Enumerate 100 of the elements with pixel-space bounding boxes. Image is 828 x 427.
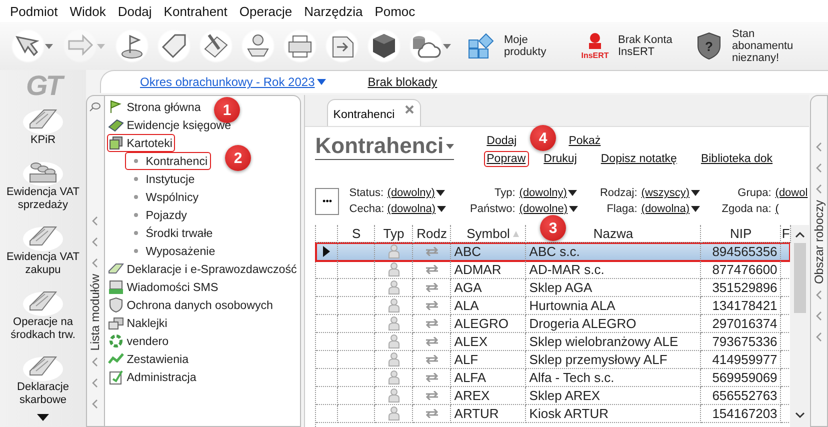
table-row[interactable]: ABC ABC s.c. 894565356 [316, 243, 790, 261]
chevron-icon [92, 356, 98, 367]
caret-icon [436, 206, 446, 212]
action-link[interactable]: Dopisz notatkę [598, 151, 680, 167]
tree-item[interactable]: Kartoteki [106, 134, 176, 152]
menu-item[interactable]: Operacje [233, 4, 298, 18]
tree-item[interactable]: Kontrahenci [124, 152, 211, 170]
view-title[interactable]: Kontrahenci [315, 133, 454, 160]
table-cell: AREX [451, 387, 526, 405]
arrows-icon [424, 301, 439, 310]
table-cell: Sklep AGA [526, 279, 702, 297]
tree-item[interactable]: Administracja [106, 368, 200, 386]
filter-dropdown[interactable]: (dowolny) [387, 187, 468, 199]
tree-item[interactable]: Strona główna [106, 98, 204, 116]
table-row[interactable]: ALEGRO Drogeria ALEGRO 297016374 [316, 315, 790, 333]
table-row[interactable]: ALA Hurtownia ALA 134178421 [316, 297, 790, 315]
tree-item[interactable]: Pojazdy [124, 206, 190, 224]
arrows-icon [424, 265, 439, 274]
filter-label: Grupa: [736, 187, 772, 199]
period-link[interactable]: Okres obrachunkowy - Rok 2023 [140, 75, 326, 89]
chevron-icon [92, 378, 98, 388]
menu-item[interactable]: Dodaj [112, 4, 158, 18]
menu-item[interactable]: Widok [64, 4, 112, 18]
filter-dropdown[interactable]: ( [775, 203, 810, 215]
menu-item[interactable]: Kontrahent [158, 4, 234, 18]
figure-icon [388, 352, 400, 367]
tree-item[interactable]: Deklaracje i e-Sprawozdawczość [106, 260, 300, 278]
table-row[interactable]: AREX Sklep AREX 656552763 [316, 387, 790, 405]
filter-label: Państwo: [469, 203, 516, 215]
tree-item[interactable]: vendero [106, 332, 172, 350]
figure-icon [388, 262, 400, 277]
scrollbar-thumb[interactable] [794, 243, 806, 313]
table-cell: Sklep AREX [526, 387, 702, 405]
table-cell: ABC s.c. [526, 243, 702, 261]
filter-dropdown[interactable]: (dowolny) [519, 187, 600, 199]
tree-item[interactable]: Wspólnicy [124, 188, 202, 206]
tree-item[interactable]: Instytucje [124, 170, 198, 188]
module-button[interactable]: Deklaracje skarbowe [0, 349, 86, 407]
table-cell: ADMAR [451, 261, 526, 279]
filter-dropdown[interactable]: (dowolne) [519, 203, 600, 215]
table-row[interactable]: ARTUR Kiosk ARTUR 154167203 [316, 405, 790, 423]
tab[interactable]: Kontrahenci [327, 99, 422, 126]
tree-item[interactable]: Środki trwałe [124, 224, 216, 242]
filter-label: Rodzaj: [599, 187, 638, 199]
table-cell: 414959977 [701, 351, 782, 369]
filter-dropdown[interactable]: (dowolna) [641, 203, 722, 215]
cards-icon [108, 135, 124, 151]
table-cell: Kiosk ARTUR [526, 405, 702, 423]
module-button[interactable]: Ewidencja VAT sprzedaży [0, 154, 86, 212]
module-button[interactable]: Operacje na środkach trw. [0, 284, 86, 342]
figure-icon [388, 244, 400, 259]
lock-link[interactable]: Brak blokady [368, 75, 438, 89]
tree-item[interactable]: Wiadomości SMS [106, 278, 222, 296]
action-link[interactable]: Biblioteka dok [698, 151, 776, 167]
table-cell: ABC [451, 243, 526, 261]
action-link[interactable]: Dodaj [484, 133, 520, 149]
filter-dropdown[interactable]: (wszyscy) [641, 187, 722, 199]
toolbar-button[interactable]: ? Stan abonamentu nieznany! [688, 28, 818, 64]
close-icon [405, 105, 414, 114]
table-row[interactable]: AGA Sklep AGA 351529896 [316, 279, 790, 297]
scroll-down-icon [794, 411, 805, 419]
table-cell: ALA [451, 297, 526, 315]
figure-icon [388, 388, 400, 403]
action-link[interactable]: Pokaż [566, 133, 604, 149]
table-cell: Hurtownia ALA [526, 297, 702, 315]
menu-item[interactable]: Pomoc [368, 4, 422, 18]
menu-item[interactable]: Podmiot [4, 4, 64, 18]
tree-item[interactable]: Wyposażenie [124, 242, 218, 260]
action-link[interactable]: Popraw [484, 151, 529, 167]
table-row[interactable]: ALF Sklep przemysłowy ALF 414959977 [316, 351, 790, 369]
labels-icon [108, 315, 124, 331]
arrows-icon [424, 409, 439, 418]
caret-icon [316, 79, 326, 85]
table-cell: 154167203 [701, 405, 782, 423]
toolbar-button[interactable]: InsERT Brak Konta InsERT [574, 28, 688, 64]
arrows-icon [424, 391, 439, 400]
menu-item[interactable]: Narzędzia [298, 4, 369, 18]
toolbar-button[interactable]: Moje produkty [460, 28, 574, 64]
table-row[interactable]: ALEX Sklep wielobranżowy ALE 793675336 [316, 333, 790, 351]
table-row[interactable]: ADMAR AD-MAR s.c. 877476600 [316, 261, 790, 279]
tree-item[interactable]: Naklejki [106, 314, 170, 332]
figure-icon [388, 316, 400, 331]
table-cell: 793675336 [701, 333, 782, 351]
flag-icon [108, 99, 124, 115]
filter-label: Zgoda na: [721, 203, 772, 215]
table-cell: Sklep przemysłowy ALF [526, 351, 702, 369]
module-button[interactable]: KPiR [0, 102, 86, 147]
action-link[interactable]: Drukuj [540, 151, 580, 167]
filter-dropdown[interactable]: (dowol [775, 187, 810, 199]
more-button[interactable]: ••• [315, 188, 340, 214]
table-cell: Alfa - Tech s.c. [526, 369, 702, 387]
tree-item[interactable]: Zestawienia [106, 350, 192, 368]
module-button[interactable]: Ewidencja VAT zakupu [0, 219, 86, 277]
figure-icon [388, 280, 400, 295]
filter-dropdown[interactable]: (dowolna) [387, 203, 468, 215]
tree-item[interactable]: Ochrona danych osobowych [106, 296, 276, 314]
table-cell: ARTUR [451, 405, 526, 423]
table-cell: AGA [451, 279, 526, 297]
table-row[interactable]: ALFA Alfa - Tech s.c. 569959069 [316, 369, 790, 387]
table-cell: AD-MAR s.c. [526, 261, 702, 279]
